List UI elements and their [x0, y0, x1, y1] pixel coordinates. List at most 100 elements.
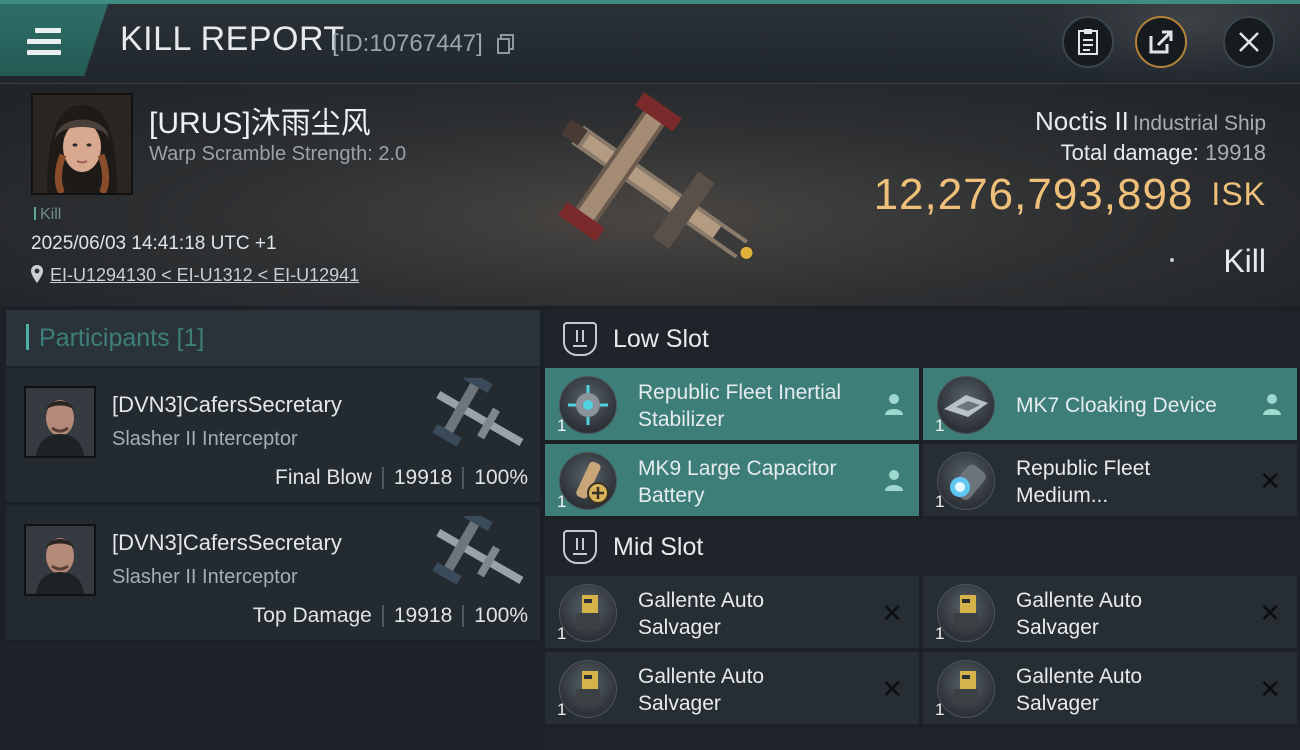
clipboard-button[interactable]	[1062, 16, 1114, 68]
item-quantity: 1	[935, 700, 945, 719]
item-name-line1: Republic Fleet	[1016, 457, 1151, 480]
module-item[interactable]: 1 Gallente Auto Salvager ✕	[545, 576, 919, 648]
share-icon	[1149, 30, 1173, 54]
total-damage-value: 19918	[1204, 140, 1266, 165]
location-path[interactable]: EI-U1294130 < EI-U1312 < EI-U12941	[50, 265, 359, 285]
low-slot-icon	[563, 322, 597, 356]
module-item[interactable]: 1 Republic Fleet Medium... ✕	[923, 444, 1297, 516]
item-name-line2: Salvager	[1016, 616, 1099, 639]
participants-title: Participants [1]	[26, 324, 204, 353]
item-name: MK9 Large Capacitor Battery	[638, 455, 868, 509]
decorative-dot	[1170, 258, 1174, 262]
item-name-line2: Salvager	[638, 616, 721, 639]
item-quantity: 1	[935, 624, 945, 643]
kill-location[interactable]: EI-U1294130 < EI-U1312 < EI-U12941	[30, 264, 359, 286]
item-name: MK7 Cloaking Device	[1016, 392, 1246, 419]
low-slot-header: Low Slot	[545, 310, 1300, 368]
item-quantity: 1	[557, 416, 567, 435]
item-name-line1: MK9 Large Capacitor	[638, 457, 837, 480]
participant-role: Top Damage	[252, 604, 372, 627]
item-quantity: 1	[557, 492, 567, 511]
inertial-stabilizer-icon	[559, 376, 617, 434]
destroyed-x-icon: ✕	[1259, 674, 1281, 704]
dropped-person-icon	[885, 470, 903, 491]
low-slot-title: Low Slot	[613, 325, 709, 353]
next-slot-header-partial	[545, 728, 1300, 750]
participant-portrait-image	[26, 526, 94, 594]
page-title: KILL REPORT	[120, 20, 345, 58]
salvager-icon	[937, 660, 995, 718]
participant-percent: 100%	[474, 466, 528, 489]
item-name-line1: Gallente Auto	[1016, 589, 1143, 612]
mid-slot-header: Mid Slot	[545, 518, 1300, 576]
mid-slot-icon	[563, 530, 597, 564]
module-item[interactable]: 1 Gallente Auto Salvager ✕	[545, 652, 919, 724]
module-item[interactable]: 1 Gallente Auto Salvager ✕	[923, 652, 1297, 724]
participant-name: [DVN3]CafersSecretary	[112, 392, 342, 417]
victim-pilot-name[interactable]: [URUS]沐雨尘风	[149, 98, 371, 142]
destroyed-x-icon: ✕	[881, 674, 903, 704]
menu-button[interactable]	[0, 4, 108, 76]
item-quantity: 1	[557, 700, 567, 719]
participant-row[interactable]: [DVN3]CafersSecretary Slasher II Interce…	[6, 368, 540, 504]
salvager-icon	[559, 660, 617, 718]
isk-amount: 12,276,793,898	[873, 170, 1194, 219]
isk-unit: ISK	[1211, 176, 1266, 212]
slot-glyph-icon	[573, 538, 587, 555]
total-damage: Total damage: 19918	[1061, 140, 1266, 166]
mid-slot-title: Mid Slot	[613, 533, 704, 561]
copy-icon[interactable]	[497, 34, 515, 54]
item-name-line2: Salvager	[1016, 692, 1099, 715]
warp-scramble-strength: Warp Scramble Strength: 2.0	[149, 143, 407, 165]
item-name: Gallente Auto Salvager	[638, 587, 868, 641]
participant-damage: 19918	[393, 466, 453, 489]
module-item[interactable]: 1 MK7 Cloaking Device	[923, 368, 1297, 440]
kill-report-header: KILL REPORT [ID:10767447]	[0, 0, 1300, 84]
participant-ship: Slasher II Interceptor	[112, 428, 298, 450]
salvager-icon	[559, 584, 617, 642]
stat-divider	[462, 605, 465, 627]
module-item[interactable]: 1 MK9 Large Capacitor Battery	[545, 444, 919, 516]
item-name-line1: Republic Fleet Inertial	[638, 381, 842, 404]
menu-icon	[27, 28, 61, 56]
item-name: Gallente Auto Salvager	[638, 663, 868, 717]
participant-ship-image	[432, 516, 524, 585]
participant-name: [DVN3]CafersSecretary	[112, 530, 342, 555]
module-item[interactable]: 1 Republic Fleet Inertial Stabilizer	[545, 368, 919, 440]
stat-divider	[381, 605, 384, 627]
participant-stats: Top Damage 19918 100%	[253, 604, 528, 628]
ship-class: Industrial Ship	[1132, 112, 1266, 135]
victim-portrait	[31, 93, 133, 195]
item-quantity: 1	[935, 416, 945, 435]
participant-row[interactable]: [DVN3]CafersSecretary Slasher II Interce…	[6, 506, 540, 642]
destroyed-x-icon: ✕	[881, 598, 903, 628]
dropped-person-icon	[1263, 394, 1281, 415]
capacitor-battery-icon	[559, 452, 617, 510]
item-name-line1: Gallente Auto	[1016, 665, 1143, 688]
victim-ship-name[interactable]: Noctis II Industrial Ship	[1035, 106, 1266, 137]
participant-damage: 19918	[393, 604, 453, 627]
ship-name-text: Noctis II	[1035, 106, 1129, 136]
dropped-person-icon	[885, 394, 903, 415]
report-id: [ID:10767447]	[332, 30, 483, 57]
share-button[interactable]	[1135, 16, 1187, 68]
kill-datetime: 2025/06/03 14:41:18 UTC +1	[31, 233, 277, 254]
item-name-line2: Salvager	[638, 692, 721, 715]
module-item[interactable]: 1 Gallente Auto Salvager ✕	[923, 576, 1297, 648]
participant-percent: 100%	[474, 604, 528, 627]
slot-glyph-icon	[573, 330, 587, 347]
item-name-line1: Gallente Auto	[638, 665, 765, 688]
item-name-line2: Stabilizer	[638, 408, 725, 431]
close-icon	[1239, 32, 1259, 52]
shield-extender-icon	[937, 452, 995, 510]
close-button[interactable]	[1223, 16, 1275, 68]
participant-ship-image	[432, 378, 524, 447]
participant-stats: Final Blow 19918 100%	[275, 466, 528, 490]
participant-role: Final Blow	[275, 466, 372, 489]
item-name: Republic Fleet Medium...	[1016, 455, 1246, 509]
item-name-line2: Medium...	[1016, 484, 1109, 507]
item-name: Republic Fleet Inertial Stabilizer	[638, 379, 868, 433]
kill-tag: Kill	[34, 206, 61, 224]
total-damage-label: Total damage:	[1060, 140, 1199, 165]
kill-result-label: Kill	[1223, 243, 1266, 279]
